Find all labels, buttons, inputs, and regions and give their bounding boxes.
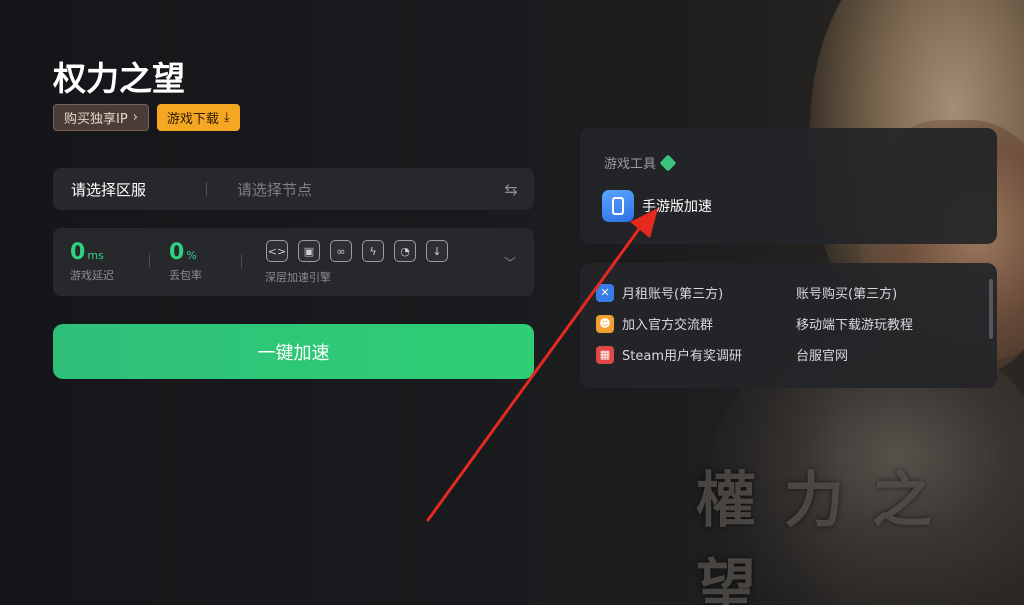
link-label: 账号购买(第三方) [796, 287, 898, 302]
group-icon: ☻ [596, 314, 614, 333]
link-icon[interactable]: ∞ [330, 240, 352, 262]
acceleration-stats-panel: 0 ms 游戏延迟 0% 丢包率 <> ▣ ∞ ϟ ◔ ↓ 深层加速引擎 ﹀ [53, 228, 534, 296]
mobile-icon [602, 190, 634, 222]
one-click-accelerate-button[interactable]: 一键加速 [53, 324, 534, 379]
gauge-icon[interactable]: ◔ [394, 240, 416, 262]
game-action-tags: 购买独享IP › 游戏下载 ⤓ [53, 104, 240, 131]
link-label: 台服官网 [796, 349, 849, 364]
link-label: 移动端下载游玩教程 [796, 318, 914, 333]
gift-icon: ▦ [596, 345, 614, 364]
latency-stat: 0 ms 游戏延迟 [70, 240, 114, 283]
region-select[interactable]: 请选择区服 [71, 179, 206, 200]
divider [241, 254, 242, 268]
game-tools-title-text: 游戏工具 [604, 157, 657, 172]
latency-unit: ms [87, 249, 104, 262]
code-icon[interactable]: <> [266, 240, 288, 262]
node-select[interactable]: 请选择节点 [237, 179, 494, 200]
link-label: 加入官方交流群 [622, 318, 714, 333]
chevron-right-icon: › [132, 110, 138, 125]
account-icon: ✕ [596, 283, 614, 302]
link-label: Steam用户有奖调研 [622, 349, 742, 364]
server-selector: 请选择区服 请选择节点 ⇆ [53, 168, 534, 210]
link-buy-account[interactable]: 账号购买(第三方) [796, 283, 897, 302]
game-download-button[interactable]: 游戏下载 ⤓ [156, 104, 240, 131]
mobile-acceleration-tool[interactable]: 手游版加速 [602, 190, 712, 222]
link-official-group[interactable]: ☻ 加入官方交流群 [596, 314, 713, 333]
link-mobile-tutorial[interactable]: 移动端下载游玩教程 [796, 314, 913, 333]
mobile-acceleration-label: 手游版加速 [642, 199, 712, 215]
latency-label: 游戏延迟 [70, 269, 114, 282]
packet-loss-stat: 0% 丢包率 [169, 240, 202, 283]
swap-icon[interactable]: ⇆ [494, 180, 528, 199]
chevron-down-icon[interactable]: ﹀ [504, 254, 516, 271]
engine-icons: <> ▣ ∞ ϟ ◔ ↓ [266, 240, 448, 262]
packet-loss-unit: % [186, 249, 197, 262]
divider [206, 182, 207, 196]
divider [149, 254, 150, 268]
background-game-logo: 權力之望 [696, 466, 960, 605]
engine-label: 深层加速引擎 [265, 271, 331, 284]
link-tw-official-site[interactable]: 台服官网 [796, 345, 848, 364]
buy-exclusive-ip-button[interactable]: 购买独享IP › [53, 104, 149, 131]
packet-loss-value: 0 [169, 240, 185, 265]
game-tools-title: 游戏工具 [604, 153, 677, 172]
game-tools-panel: 游戏工具 手游版加速 [580, 128, 997, 244]
cube-icon [659, 154, 677, 171]
link-steam-survey[interactable]: ▦ Steam用户有奖调研 [596, 345, 742, 364]
buy-ip-label: 购买独享IP [64, 112, 128, 127]
game-title: 权力之望 [53, 59, 185, 98]
download-label: 游戏下载 [166, 112, 219, 127]
quick-links-panel: ✕ 月租账号(第三方) 账号购买(第三方) ☻ 加入官方交流群 移动端下载游玩教… [580, 263, 997, 388]
screen-icon[interactable]: ▣ [298, 240, 320, 262]
link-monthly-account[interactable]: ✕ 月租账号(第三方) [596, 283, 723, 302]
link-label: 月租账号(第三方) [622, 287, 724, 302]
latency-value: 0 [70, 240, 86, 265]
scrollbar[interactable] [989, 279, 993, 339]
packet-loss-label: 丢包率 [169, 269, 202, 282]
bolt-icon[interactable]: ϟ [362, 240, 384, 262]
download-icon: ⤓ [223, 110, 230, 125]
download-circle-icon[interactable]: ↓ [426, 240, 448, 262]
